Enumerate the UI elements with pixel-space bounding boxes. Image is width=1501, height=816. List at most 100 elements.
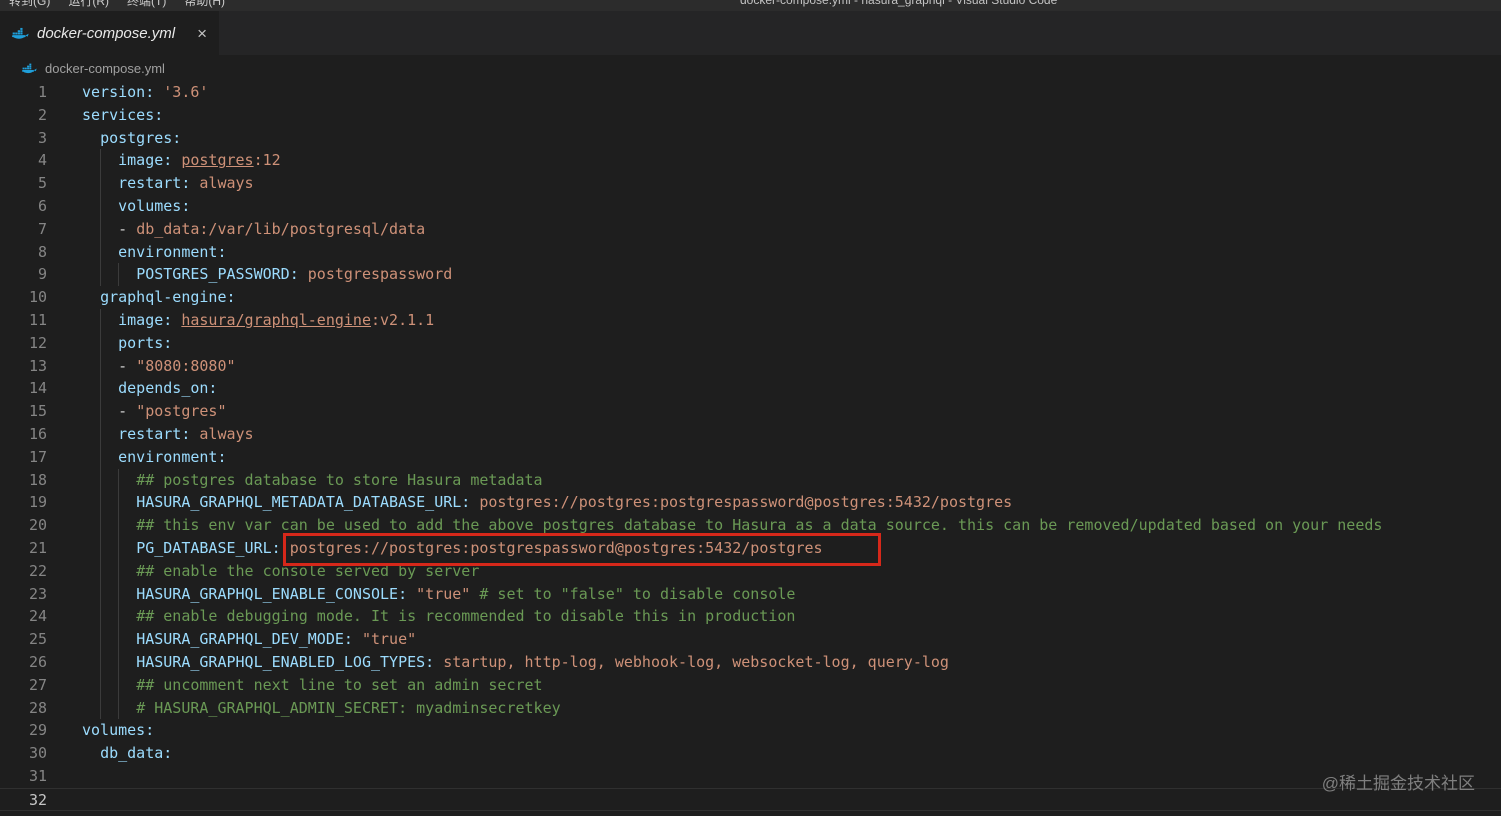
code-token: :12 — [253, 151, 281, 170]
line-number: 13 — [28, 356, 47, 375]
indent-guide — [100, 468, 102, 492]
indent-guide — [118, 628, 120, 651]
code-line[interactable]: 11 image: hasura/graphql-engine:v2.1.1 — [0, 308, 1501, 332]
code-line[interactable]: 3 postgres: — [0, 127, 1501, 150]
code-token: "true" — [416, 584, 471, 603]
code-line[interactable]: 15 - "postgres" — [0, 400, 1501, 423]
code-token: ## this env var can be used to add the a… — [136, 516, 1383, 535]
code-line-content: # HASURA_GRAPHQL_ADMIN_SECRET: myadminse… — [82, 696, 1501, 720]
code-line[interactable]: 18 ## postgres database to store Hasura … — [0, 468, 1501, 492]
code-line-content: ## enable debugging mode. It is recommen… — [82, 605, 1501, 629]
indent-guide — [100, 331, 102, 355]
code-line[interactable]: 31 — [0, 765, 1501, 788]
code-line[interactable]: 12 ports: — [0, 331, 1501, 355]
line-number: 23 — [28, 584, 47, 603]
code-line-content: HASURA_GRAPHQL_METADATA_DATABASE_URL: po… — [82, 491, 1501, 515]
code-line-content: image: postgres:12 — [82, 149, 1501, 173]
code-line[interactable]: 1 version: '3.6' — [0, 81, 1501, 104]
indent-guide — [100, 582, 102, 606]
code-token: image: — [118, 151, 173, 170]
code-line[interactable]: 19 HASURA_GRAPHQL_METADATA_DATABASE_URL:… — [0, 491, 1501, 515]
close-icon[interactable]: × — [197, 25, 207, 42]
tab-label: docker-compose.yml — [37, 24, 176, 42]
code-line[interactable]: 5 restart: always — [0, 172, 1501, 195]
indent-guide — [100, 445, 102, 469]
menu-item[interactable]: 转到(G) — [0, 0, 59, 9]
code-line[interactable]: 9 POSTGRES_PASSWORD: postgrespassword — [0, 263, 1501, 287]
file-link[interactable]: hasura/graphql-engine — [181, 311, 371, 329]
code-line[interactable]: 26 HASURA_GRAPHQL_ENABLED_LOG_TYPES: sta… — [0, 650, 1501, 674]
code-line[interactable]: 14 depends_on: — [0, 377, 1501, 401]
code-token: ports: — [118, 333, 173, 352]
code-line[interactable]: 22 ## enable the console served by serve… — [0, 559, 1501, 583]
code-line-content: image: hasura/graphql-engine:v2.1.1 — [82, 308, 1501, 332]
code-token: graphql-engine: — [100, 288, 236, 307]
code-token: version: — [82, 83, 155, 101]
code-token: always — [199, 174, 254, 193]
code-token: image: — [118, 310, 173, 329]
code-line-content: PG_DATABASE_URL: postgres://postgres:pos… — [82, 536, 1501, 560]
editor[interactable]: 1 version: '3.6' 2 services: 3 postgres: 4 im… — [0, 81, 1501, 816]
code-token: postgres://postgres:postgrespassword@pos… — [289, 538, 823, 557]
line-number: 3 — [37, 128, 47, 147]
menu-item[interactable]: 终端(T) — [118, 0, 175, 9]
line-number: 19 — [28, 493, 47, 512]
indent-guide — [118, 514, 120, 537]
code-line[interactable]: 29 volumes: — [0, 719, 1501, 742]
menu-item[interactable]: 运行(R) — [59, 0, 118, 9]
indent-guide — [100, 650, 102, 674]
code-line-content: ## postgres database to store Hasura met… — [82, 468, 1501, 492]
indent-guide — [118, 650, 120, 674]
tab-docker-compose-yml[interactable]: docker-compose.yml × — [0, 11, 220, 55]
line-number: 4 — [37, 151, 47, 170]
indent-guide — [100, 263, 102, 287]
code-line[interactable]: 13 - "8080:8080" — [0, 354, 1501, 378]
indent-guide — [118, 696, 120, 720]
code-line-content: POSTGRES_PASSWORD: postgrespassword — [82, 263, 1501, 287]
line-number: 18 — [28, 470, 47, 489]
code-line[interactable]: 32 — [0, 787, 1501, 811]
code-line[interactable]: 21 PG_DATABASE_URL: postgres://postgres:… — [0, 536, 1501, 560]
code-line[interactable]: 17 environment: — [0, 445, 1501, 469]
line-number: 12 — [28, 333, 47, 352]
code-line[interactable]: 23 HASURA_GRAPHQL_ENABLE_CONSOLE: "true"… — [0, 582, 1501, 606]
code-token: # set to "false" to disable console — [479, 584, 796, 603]
code-token: always — [199, 424, 254, 443]
file-link[interactable]: postgres — [181, 151, 253, 169]
menu-bar: 转到(G) 运行(R) 终端(T) 帮助(H) — [0, 0, 234, 9]
tab-bar: docker-compose.yml × — [0, 11, 1501, 55]
code-line[interactable]: 8 environment: — [0, 240, 1501, 264]
docker-icon — [22, 63, 37, 74]
breadcrumb-file[interactable]: docker-compose.yml — [45, 61, 165, 76]
code-line[interactable]: 6 volumes: — [0, 194, 1501, 218]
code-line[interactable]: 7 - db_data:/var/lib/postgresql/data — [0, 217, 1501, 241]
code-line[interactable]: 24 ## enable debugging mode. It is recom… — [0, 605, 1501, 629]
code-token: depends_on: — [118, 379, 218, 398]
code-line[interactable]: 27 ## uncomment next line to set an admi… — [0, 673, 1501, 697]
code-line-content: restart: always — [82, 172, 1501, 195]
indent-guide — [100, 194, 102, 218]
code-line[interactable]: 16 restart: always — [0, 422, 1501, 446]
code-area[interactable]: 1 version: '3.6' 2 services: 3 postgres: 4 im… — [0, 81, 1501, 811]
line-number: 20 — [28, 516, 47, 535]
code-line[interactable]: 28 # HASURA_GRAPHQL_ADMIN_SECRET: myadmi… — [0, 696, 1501, 720]
breadcrumbs-bar: docker-compose.yml — [0, 55, 1501, 81]
menu-item[interactable]: 帮助(H) — [175, 0, 234, 9]
code-line[interactable]: 10 graphql-engine: — [0, 286, 1501, 309]
code-line[interactable]: 2 services: — [0, 104, 1501, 127]
code-token: "true" — [361, 630, 417, 649]
code-line[interactable]: 25 HASURA_GRAPHQL_DEV_MODE: "true" — [0, 628, 1501, 651]
indent-guide — [100, 217, 102, 241]
line-number: 17 — [28, 447, 47, 466]
code-line[interactable]: 30 db_data: — [0, 742, 1501, 765]
code-line[interactable]: 20 ## this env var can be used to add th… — [0, 514, 1501, 537]
code-line[interactable]: 4 image: postgres:12 — [0, 149, 1501, 173]
